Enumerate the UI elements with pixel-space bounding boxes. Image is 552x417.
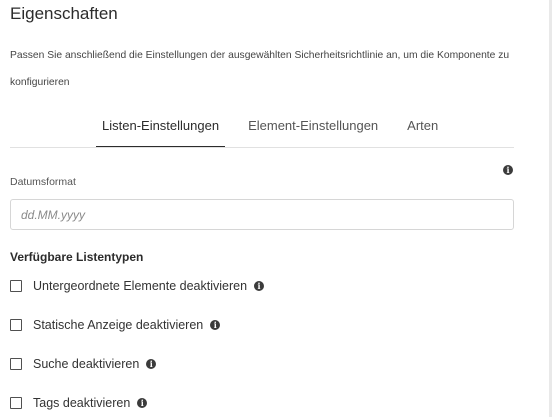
checkbox-label: Untergeordnete Elemente deaktivieren	[33, 279, 248, 293]
checkbox-unchecked-icon[interactable]	[10, 280, 22, 292]
checkbox-label: Suche deaktivieren	[33, 357, 140, 371]
info-icon[interactable]: i	[503, 165, 513, 175]
option-disable-search[interactable]: Suche deaktivieren i	[10, 357, 157, 371]
checkbox-unchecked-icon[interactable]	[10, 397, 22, 409]
checkbox-unchecked-icon[interactable]	[10, 319, 22, 331]
checkbox-label: Tags deaktivieren	[33, 396, 131, 410]
info-icon[interactable]: i	[137, 398, 148, 408]
panel-title: Eigenschaften	[10, 4, 118, 23]
option-disable-child-elements[interactable]: Untergeordnete Elemente deaktivieren i	[10, 279, 265, 293]
info-icon[interactable]: i	[210, 320, 221, 330]
checkbox-unchecked-icon[interactable]	[10, 358, 22, 370]
tab-element-settings[interactable]: Element-Einstellungen	[242, 112, 384, 146]
option-disable-tags[interactable]: Tags deaktivieren i	[10, 396, 148, 410]
tab-list-settings[interactable]: Listen-Einstellungen	[96, 112, 226, 148]
info-icon[interactable]: i	[254, 281, 265, 291]
checkbox-label: Statische Anzeige deaktivieren	[33, 318, 204, 332]
list-types-heading: Verfügbare Listentypen	[10, 250, 144, 264]
date-format-input[interactable]	[10, 199, 514, 230]
tab-bar: Listen-Einstellungen Element-Einstellung…	[96, 112, 461, 148]
tab-divider	[10, 147, 514, 148]
tab-types[interactable]: Arten	[401, 112, 444, 146]
panel-description: Passen Sie anschließend die Einstellunge…	[10, 50, 510, 88]
info-icon[interactable]: i	[146, 359, 157, 369]
date-format-label: Datumsformat	[10, 176, 76, 188]
option-disable-static-display[interactable]: Statische Anzeige deaktivieren i	[10, 318, 221, 332]
